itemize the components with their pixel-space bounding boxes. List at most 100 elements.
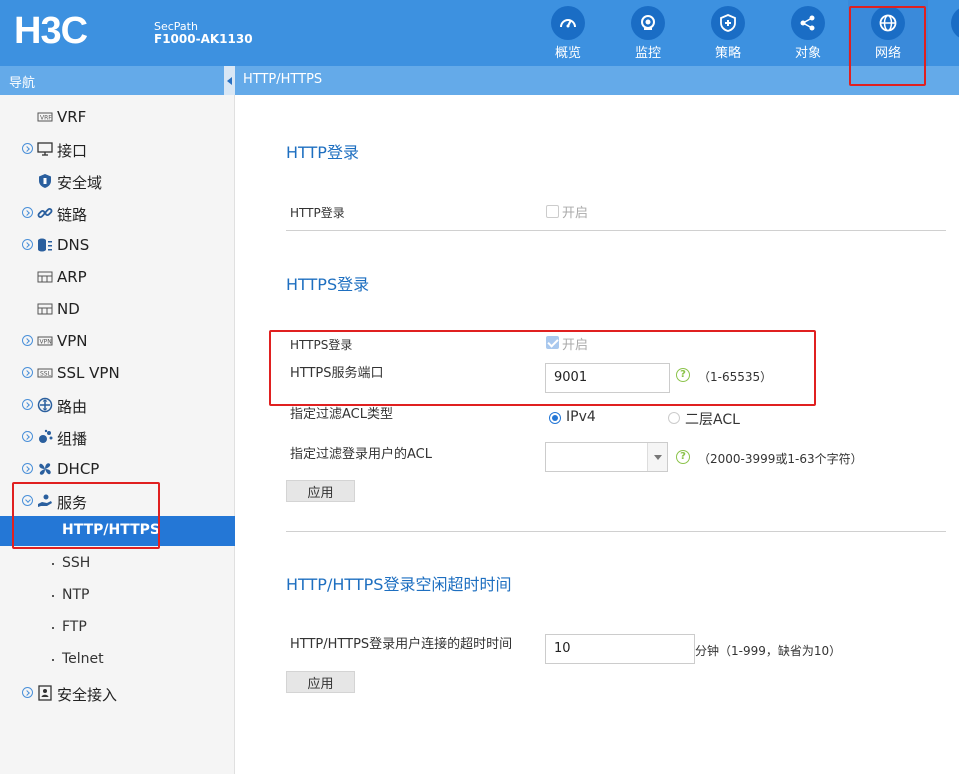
chevron-left-icon [227,76,232,85]
sidebar-item-label: SSL VPN [57,364,120,382]
table-icon [37,301,53,317]
highlight-box-service [12,482,160,549]
sidebar-item-label: 路由 [57,398,88,416]
sidebar-item-label: ARP [57,268,87,286]
sidebar-item-vrf[interactable]: VRF VRF [0,102,235,132]
bullet-icon [52,627,54,629]
sidebar-item-label: DHCP [57,460,100,478]
sidebar-item-label: VPN [57,332,88,350]
h3c-logo: H3C [14,12,89,48]
expand-icon[interactable] [22,463,33,474]
highlight-box-https [269,330,816,406]
expand-icon[interactable] [22,367,33,378]
https-apply-button[interactable]: 应用 [286,480,355,502]
sidebar-item-label: ND [57,300,80,318]
highlight-box-network [849,6,926,86]
timeout-hint: 分钟（1-999，缺省为10） [695,644,842,658]
sidebar-item-link[interactable]: 链路 [0,198,235,228]
sidebar-subitem-label: NTP [62,587,90,603]
sidebar-item-secure-access[interactable]: 安全接入 [0,678,235,708]
acl-label: 指定过滤登录用户的ACL [290,447,432,462]
help-icon[interactable]: ? [676,450,690,464]
sidebar-item-interface[interactable]: 接口 [0,134,235,164]
topnav-label: 对象 [794,46,821,61]
document-user-icon [37,685,53,701]
sidebar-subitem-label: FTP [62,619,87,635]
topnav-monitor[interactable]: 监控 [608,0,688,66]
expand-icon[interactable] [22,335,33,346]
shield-plus-icon [720,14,736,32]
sidebar-item-label: 接口 [57,142,88,160]
topnav-overview[interactable]: 概览 [528,0,608,66]
sidebar-subitem-ftp[interactable]: FTP [0,613,235,643]
topnav-label: 策略 [714,46,741,61]
http-enable-label: 开启 [562,206,589,221]
sidebar-subitem-telnet[interactable]: Telnet [0,645,235,675]
sidebar-subitem-ntp[interactable]: NTP [0,581,235,611]
sidebar-collapse-button[interactable] [224,66,235,95]
bullet-icon [52,563,54,565]
sidebar-item-label: 安全域 [57,174,103,192]
svg-text:VPN: VPN [40,339,52,346]
svg-text:H3C: H3C [14,12,88,48]
sidebar-item-dhcp[interactable]: DHCP [0,454,235,484]
vpn-icon: VPN [37,333,53,349]
bullet-icon [52,659,54,661]
topnav-object[interactable]: 对象 [768,0,848,66]
gauge-icon [560,19,576,28]
sidebar-item-arp[interactable]: ARP [0,262,235,292]
acl-type-l2-radio[interactable] [668,412,680,424]
expand-icon[interactable] [22,143,33,154]
timeout-apply-button[interactable]: 应用 [286,671,355,693]
sub-bar: 导航 HTTP/HTTPS [0,66,959,95]
https-section-title: HTTPS登录 [286,275,370,294]
timeout-input[interactable]: 10 [545,634,695,664]
expand-icon[interactable] [22,207,33,218]
multicast-icon [37,429,53,445]
sidebar-item-dns[interactable]: DNS [0,230,235,260]
router-icon [37,397,53,413]
sidebar-item-security-zone[interactable]: 安全域 [0,166,235,196]
topnav-more[interactable] [928,0,959,66]
acl-select[interactable] [545,442,668,472]
http-enable-checkbox[interactable] [546,205,559,218]
http-section-title: HTTP登录 [286,143,359,162]
share-icon [800,15,815,31]
expand-icon[interactable] [22,239,33,250]
chevron-down-icon[interactable] [647,443,667,471]
sidebar-item-ssl-vpn[interactable]: SSL SSL VPN [0,358,235,388]
acl-type-ipv4-radio[interactable] [549,412,561,424]
divider [286,230,946,231]
link-icon [37,205,53,221]
product-name: SecPath F1000-AK1130 [154,20,253,46]
topnav-label: 概览 [554,46,581,61]
shield-icon [37,173,53,189]
monitor-icon [37,141,53,157]
expand-icon[interactable] [22,399,33,410]
acl-type-ipv4-label: IPv4 [566,409,596,425]
camera-icon [641,15,655,30]
divider [286,531,946,532]
table-icon [37,269,53,285]
acl-hint: （2000-3999或1-63个字符） [698,452,863,466]
top-header: H3C SecPath F1000-AK1130 概览 监控 策略 对象 网络 [0,0,959,66]
sidebar-subitem-label: Telnet [62,651,104,667]
topnav-policy[interactable]: 策略 [688,0,768,66]
sidebar-item-label: 安全接入 [57,686,118,704]
sidebar-subitem-ssh[interactable]: SSH [0,549,235,579]
svg-text:SSL: SSL [40,371,52,378]
sidebar-item-nd[interactable]: ND [0,294,235,324]
sidebar-item-routing[interactable]: 路由 [0,390,235,420]
expand-icon[interactable] [22,431,33,442]
sidebar-item-multicast[interactable]: 组播 [0,422,235,452]
sidebar-item-label: 链路 [57,206,88,224]
database-list-icon [37,237,53,253]
nav-title: 导航 [9,76,36,91]
expand-icon[interactable] [22,687,33,698]
timeout-label: HTTP/HTTPS登录用户连接的超时时间 [290,637,513,652]
sidebar-item-vpn[interactable]: VPN VPN [0,326,235,356]
sidebar-nav: VRF VRF 接口 安全域 链路 DNS ARP ND VPN VPN SSL… [0,95,235,774]
product-line-2: F1000-AK1130 [154,32,253,46]
sidebar-item-label: VRF [57,108,87,126]
timeout-section-title: HTTP/HTTPS登录空闲超时时间 [286,575,512,594]
